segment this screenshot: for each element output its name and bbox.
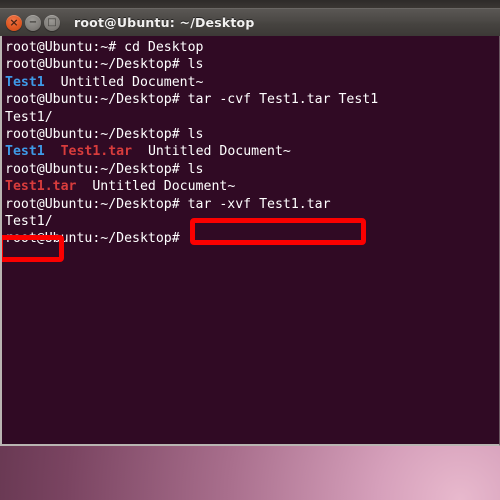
terminal-text-segment: root@Ubuntu:~/Desktop# tar -xvf Test1.ta… — [5, 196, 331, 212]
terminal-line: root@Ubuntu:~/Desktop# tar -cvf Test1.ta… — [5, 91, 499, 108]
terminal-text-segment: Untitled Document~ — [132, 144, 291, 160]
close-button[interactable]: × — [6, 14, 22, 31]
minimize-icon: − — [28, 16, 38, 28]
terminal-line: Test1/ — [5, 213, 499, 230]
window-controls: × − □ — [6, 14, 60, 31]
terminal-window: × − □ root@Ubuntu: ~/Desktop root@Ubuntu… — [0, 8, 500, 446]
terminal-line: root@Ubuntu:~# cd Desktop — [5, 39, 499, 56]
terminal-body[interactable]: root@Ubuntu:~# cd Desktop root@Ubuntu:~/D… — [0, 36, 500, 446]
terminal-line: root@Ubuntu:~/Desktop# ls — [5, 161, 499, 178]
desktop-top-panel — [0, 0, 500, 8]
terminal-text-segment: Test1.tar — [5, 179, 77, 195]
terminal-line: Test1 Test1.tar Untitled Document~ — [5, 143, 499, 160]
terminal-text-segment: root@Ubuntu:~/Desktop# ls — [5, 161, 204, 177]
window-titlebar[interactable]: × − □ root@Ubuntu: ~/Desktop — [0, 8, 500, 36]
minimize-button[interactable]: − — [25, 14, 41, 31]
terminal-text-segment: Test1.tar — [60, 144, 133, 160]
window-title: root@Ubuntu: ~/Desktop — [74, 15, 255, 30]
terminal-text-segment: root@Ubuntu:~# cd Desktop — [5, 40, 204, 55]
terminal-line: root@Ubuntu:~/Desktop# ls — [5, 126, 499, 143]
maximize-button[interactable]: □ — [44, 14, 60, 31]
terminal-text-segment: Test1 — [5, 144, 45, 160]
terminal-text-segment: Test1/ — [5, 109, 53, 125]
terminal-text-segment: root@Ubuntu:~/Desktop# tar -cvf Test1.ta… — [5, 92, 379, 108]
terminal-line: root@Ubuntu:~/Desktop# — [5, 230, 499, 247]
terminal-text-segment: Untitled Document~ — [76, 179, 236, 195]
terminal-text-segment: Test1/ — [5, 213, 53, 229]
maximize-icon: □ — [47, 16, 57, 28]
terminal-line: Test1.tar Untitled Document~ — [5, 178, 499, 195]
terminal-text-segment: root@Ubuntu:~/Desktop# ls — [5, 57, 204, 73]
terminal-text-segment: Test1 — [5, 74, 45, 90]
terminal-text-segment: root@Ubuntu:~/Desktop# ls — [5, 126, 204, 142]
terminal-line: root@Ubuntu:~/Desktop# ls — [5, 56, 499, 73]
terminal-line: Test1 Untitled Document~ — [5, 74, 499, 91]
terminal-line: root@Ubuntu:~/Desktop# tar -xvf Test1.ta… — [5, 196, 499, 213]
terminal-line: Test1/ — [5, 109, 499, 126]
terminal-output: root@Ubuntu:~# cd Desktop root@Ubuntu:~/D… — [5, 39, 499, 248]
terminal-text-segment: Untitled Document~ — [44, 74, 204, 90]
close-icon: × — [9, 15, 19, 29]
terminal-text-segment: root@Ubuntu:~/Desktop# — [5, 231, 180, 247]
